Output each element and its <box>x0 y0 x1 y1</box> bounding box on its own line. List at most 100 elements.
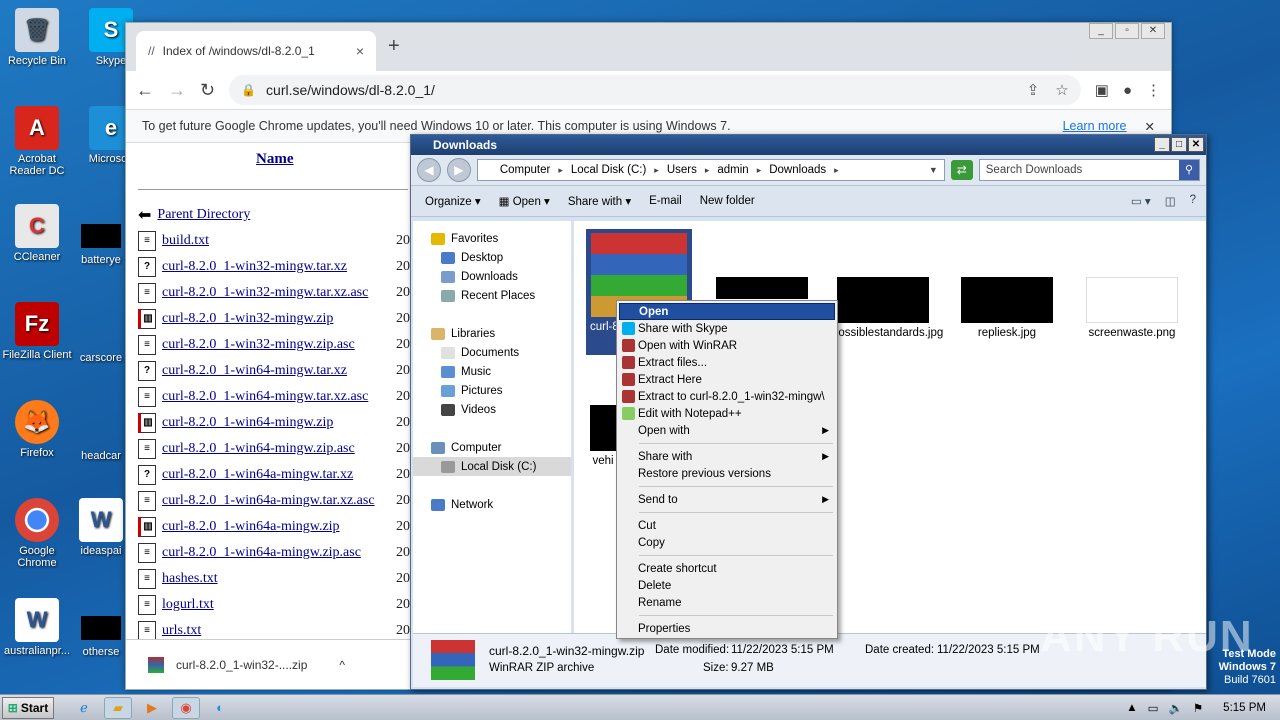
menu-item-extract-here[interactable]: Extract Here <box>619 371 835 388</box>
search-icon[interactable]: ⚲ <box>1179 160 1199 180</box>
recycle-bin-icon[interactable]: 🗑 Recycle Bin <box>0 8 74 67</box>
infobar-close-icon[interactable]: ✕ <box>1145 119 1155 134</box>
menu-item-copy[interactable]: Copy <box>619 534 835 551</box>
breadcrumb[interactable]: Computer ▸ Local Disk (C:) ▸ Users ▸ admin ▸… <box>476 159 945 181</box>
menu-item-send-to[interactable]: Send to ▶ <box>619 491 835 508</box>
breadcrumb-item[interactable]: Users <box>667 164 697 176</box>
nav-videos[interactable]: Videos <box>431 400 571 419</box>
ccleaner-icon[interactable]: C CCleaner <box>0 204 74 263</box>
menu-item-open[interactable]: Open <box>619 303 835 320</box>
firefox-icon[interactable]: 🦊 Firefox <box>0 400 74 459</box>
tab-close-icon[interactable]: × <box>356 43 364 59</box>
address-bar[interactable]: 🔒 curl.se/windows/dl-8.2.0_1/ ⇪ ☆ <box>229 75 1081 105</box>
learn-more-link[interactable]: Learn more <box>1063 119 1127 133</box>
parent-directory-link[interactable]: Parent Directory <box>157 207 250 223</box>
email-button[interactable]: E-mail <box>649 195 682 207</box>
nav-recent[interactable]: Recent Places <box>431 286 571 305</box>
refresh-icon[interactable]: ⇄ <box>950 160 973 180</box>
back-icon[interactable]: ◀ <box>417 158 441 182</box>
help-icon[interactable]: ? <box>1190 194 1196 208</box>
file-link[interactable]: curl-8.2.0_1-win32-mingw.tar.xz <box>162 259 347 275</box>
ie-taskbar-icon[interactable]: ℯ <box>70 697 98 719</box>
menu-item-rename[interactable]: Rename <box>619 594 835 611</box>
file-link[interactable]: urls.txt <box>162 623 201 639</box>
menu-item-properties[interactable]: Properties <box>619 620 835 637</box>
menu-item-open-with[interactable]: Open with ▶ <box>619 422 835 439</box>
close-button[interactable]: ✕ <box>1188 137 1204 152</box>
nav-desktop[interactable]: Desktop <box>431 248 571 267</box>
network-tray-icon[interactable]: ▭ <box>1148 701 1159 715</box>
menu-icon[interactable]: ⋮ <box>1146 81 1161 99</box>
volume-icon[interactable]: 🔈 <box>1169 701 1183 715</box>
file-link[interactable]: curl-8.2.0_1-win64a-mingw.tar.xz.asc <box>162 493 375 509</box>
view-icon[interactable]: ▭ ▾ <box>1131 194 1151 208</box>
breadcrumb-item[interactable]: Computer <box>500 164 551 176</box>
browser-tab[interactable]: // Index of /windows/dl-8.2.0_1 × <box>136 31 376 71</box>
menu-item-extract-files[interactable]: Extract files... <box>619 354 835 371</box>
maximize-button[interactable]: □ <box>1171 137 1187 152</box>
file-link[interactable]: curl-8.2.0_1-win64-mingw.tar.xz.asc <box>162 389 368 405</box>
share-with-button[interactable]: Share with ▾ <box>568 194 631 208</box>
acrobat-icon[interactable]: A Acrobat Reader DC <box>0 106 74 177</box>
menu-item-open-winrar[interactable]: Open with WinRAR <box>619 337 835 354</box>
file-item[interactable]: vehi <box>588 405 618 467</box>
maximize-button[interactable]: ▫ <box>1115 23 1139 39</box>
chrome-taskbar-icon[interactable]: ◉ <box>172 696 200 719</box>
explorer-taskbar-icon[interactable]: ▰ <box>104 696 132 719</box>
nav-libraries[interactable]: Libraries <box>431 324 571 343</box>
organize-button[interactable]: Organize ▾ <box>425 194 481 208</box>
forward-icon[interactable]: ▶ <box>446 158 471 182</box>
menu-item-share-skype[interactable]: Share with Skype <box>619 320 835 337</box>
file-link[interactable]: curl-8.2.0_1-win64a-mingw.zip.asc <box>162 545 361 561</box>
profile-icon[interactable]: ● <box>1123 82 1132 99</box>
file-link[interactable]: curl-8.2.0_1-win64-mingw.tar.xz <box>162 363 347 379</box>
file-link[interactable]: curl-8.2.0_1-win32-mingw.tar.xz.asc <box>162 285 368 301</box>
tray-expand-icon[interactable]: ▲ <box>1126 702 1137 714</box>
file-link[interactable]: curl-8.2.0_1-win64-mingw.zip <box>162 415 333 431</box>
menu-item-share-with[interactable]: Share with ▶ <box>619 448 835 465</box>
file-link[interactable]: hashes.txt <box>162 571 218 587</box>
forward-icon[interactable]: → <box>168 80 186 101</box>
star-icon[interactable]: ☆ <box>1055 81 1068 99</box>
nav-computer[interactable]: Computer <box>431 438 571 457</box>
reload-icon[interactable]: ↻ <box>200 80 215 101</box>
back-icon[interactable]: ← <box>136 80 154 101</box>
file-item[interactable]: screenwaste.png <box>1080 277 1184 339</box>
filezilla-icon[interactable]: Fz FileZilla Client <box>0 302 74 361</box>
file-link[interactable]: curl-8.2.0_1-win64-mingw.zip.asc <box>162 441 355 457</box>
menu-item-create-shortcut[interactable]: Create shortcut <box>619 560 835 577</box>
preview-pane-icon[interactable]: ◫ <box>1165 194 1176 208</box>
download-chevron-icon[interactable]: ^ <box>339 658 345 672</box>
flag-icon[interactable]: ⚑ <box>1193 701 1203 715</box>
download-item[interactable]: curl-8.2.0_1-win32-....zip <box>176 658 307 672</box>
dropdown-icon[interactable]: ▼ <box>929 165 938 175</box>
edge-taskbar-icon[interactable]: ◐ <box>206 697 234 719</box>
menu-item-extract-to[interactable]: Extract to curl-8.2.0_1-win32-mingw\ <box>619 388 835 405</box>
file-link[interactable]: curl-8.2.0_1-win32-mingw.zip.asc <box>162 337 355 353</box>
nav-network[interactable]: Network <box>431 495 571 514</box>
breadcrumb-item[interactable]: Downloads <box>769 164 826 176</box>
new-tab-button[interactable]: + <box>388 35 400 58</box>
file-link[interactable]: logurl.txt <box>162 597 214 613</box>
menu-item-restore[interactable]: Restore previous versions <box>619 465 835 482</box>
new-folder-button[interactable]: New folder <box>700 195 755 207</box>
nav-local-disk[interactable]: Local Disk (C:) <box>413 457 571 476</box>
nav-music[interactable]: Music <box>431 362 571 381</box>
file-link[interactable]: curl-8.2.0_1-win64a-mingw.zip <box>162 519 340 535</box>
menu-item-cut[interactable]: Cut <box>619 517 835 534</box>
open-button[interactable]: ▦ Open ▾ <box>499 194 550 208</box>
minimize-button[interactable]: _ <box>1089 23 1113 39</box>
name-column-header[interactable]: Name <box>138 151 418 181</box>
share-icon[interactable]: ⇪ <box>1027 81 1040 99</box>
file-link[interactable]: curl-8.2.0_1-win32-mingw.zip <box>162 311 333 327</box>
close-button[interactable]: ✕ <box>1141 23 1165 39</box>
menu-item-notepad[interactable]: Edit with Notepad++ <box>619 405 835 422</box>
file-item[interactable]: possiblestandards.jpg <box>832 277 943 339</box>
clock[interactable]: 5:15 PM <box>1223 702 1266 714</box>
search-input[interactable]: Search Downloads ⚲ <box>978 159 1200 181</box>
minimize-button[interactable]: _ <box>1154 137 1170 152</box>
nav-favorites[interactable]: Favorites <box>431 229 571 248</box>
word-doc-icon[interactable]: Waustralianpr... <box>0 598 74 657</box>
file-link[interactable]: build.txt <box>162 233 209 249</box>
file-link[interactable]: curl-8.2.0_1-win64a-mingw.tar.xz <box>162 467 353 483</box>
